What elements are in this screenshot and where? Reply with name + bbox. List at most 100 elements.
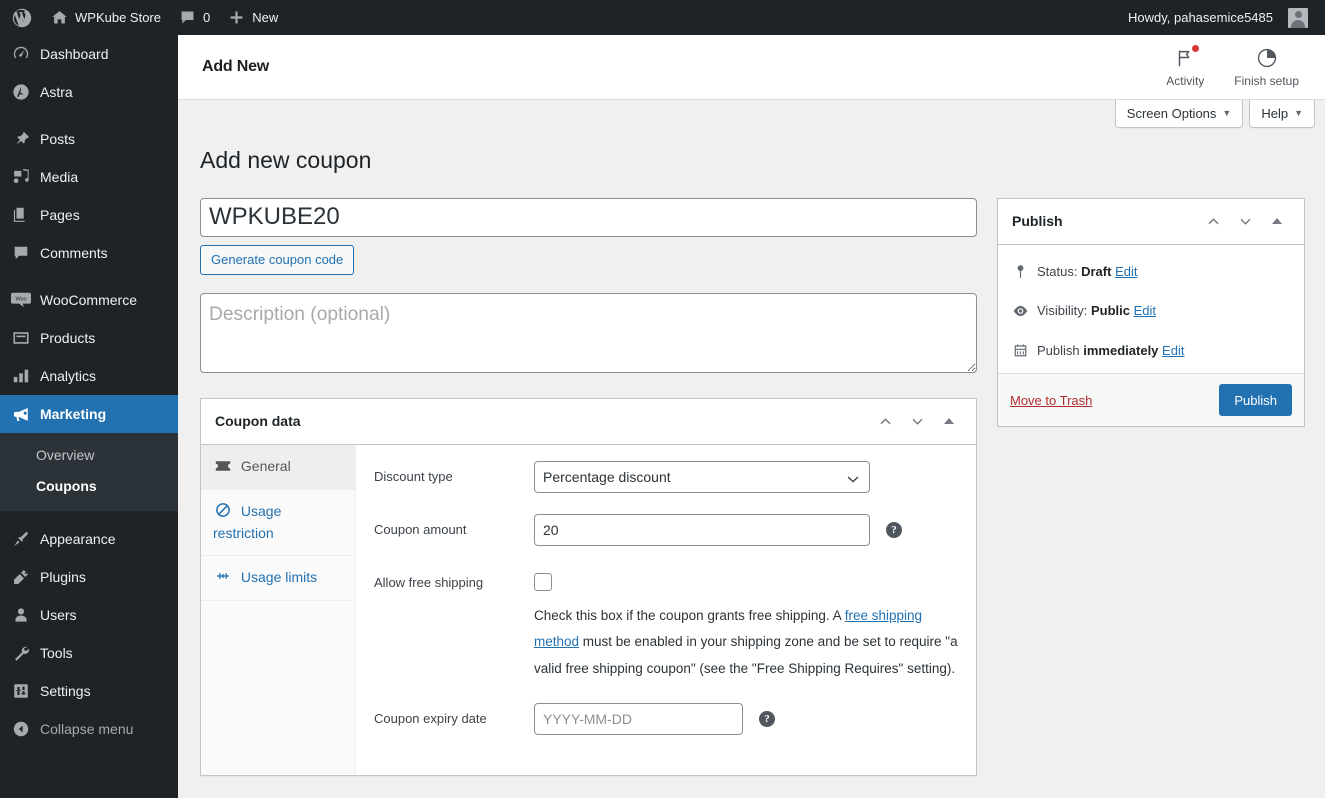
edit-visibility-link[interactable]: Edit [1134,301,1156,321]
activity-panel-button[interactable]: Activity [1156,44,1214,90]
move-down-icon[interactable] [1230,206,1260,236]
sidebar-item-label: Tools [40,644,73,661]
tab-usage-limits-link[interactable]: Usage limits [201,556,355,602]
coupon-expiry-date-input[interactable] [534,702,743,735]
coupon-data-panel-header: Coupon data [201,399,976,445]
toggle-panel-icon[interactable] [1262,206,1292,236]
move-down-icon[interactable] [902,406,932,436]
comments-icon [11,243,31,263]
allow-free-shipping-checkbox[interactable] [534,572,552,591]
move-up-icon[interactable] [1198,206,1228,236]
comments-count: 0 [203,10,211,25]
admin-bar: WPKube Store 0 New Howdy, pahasemice5485 [0,0,1325,35]
toggle-panel-icon[interactable] [934,406,964,436]
sidebar-item-settings[interactable]: Settings [0,672,178,710]
edit-publish-date-link[interactable]: Edit [1162,341,1184,361]
publish-button[interactable]: Publish [1219,384,1292,417]
discount-type-select[interactable]: Percentage discount [534,460,870,493]
tab-usage-restriction-link[interactable]: Usage restriction [201,490,355,556]
coupon-data-panel: Coupon data General Usage restriction Us… [200,397,977,776]
notification-dot [1192,45,1200,52]
help-tip-icon[interactable]: ? [886,521,902,538]
sidebar-item-label: Users [40,606,77,623]
publish-panel: Publish Status: Draft Edit Visibility: P… [997,197,1305,428]
page-wrap: Add new coupon Generate coupon code Coup… [178,137,1325,776]
sidebar-item-media[interactable]: Media [0,158,178,196]
avatar [1288,7,1308,28]
pages-icon [11,205,31,225]
coupon-data-title: Coupon data [215,412,301,429]
sidebar-item-label: Marketing [40,406,107,422]
sidebar-item-label: Dashboard [40,46,109,62]
coupon-amount-input[interactable] [534,513,870,546]
progress-circle-icon [1256,46,1278,70]
sidebar-subitem-overview[interactable]: Overview [0,440,178,471]
astra-icon [11,82,31,102]
coupon-amount-field: Coupon amount ? [368,513,964,546]
move-up-icon[interactable] [870,406,900,436]
comment-bubble-icon [179,9,196,26]
tab-general[interactable]: General [201,444,355,491]
side-column: Publish Status: Draft Edit Visibility: P… [997,197,1305,428]
wordpress-logo-menu[interactable] [0,2,42,34]
sidebar-item-analytics[interactable]: Analytics [0,357,178,395]
media-icon [11,167,31,187]
edit-status-link[interactable]: Edit [1115,262,1137,282]
plugin-icon [11,567,31,587]
coupon-description-textarea[interactable] [200,292,977,373]
user-icon [11,605,31,625]
help-toggle[interactable]: Help ▼ [1249,100,1315,128]
wrench-icon [11,643,31,663]
tab-usage-limits[interactable]: Usage limits [201,556,355,602]
sidebar-item-pages[interactable]: Pages [0,196,178,234]
sidebar-item-appearance[interactable]: Appearance [0,520,178,558]
sidebar-item-label: Products [40,330,96,346]
sidebar-item-products[interactable]: Products [0,319,178,357]
collapse-menu-button[interactable]: Collapse menu [0,710,178,748]
help-tip-icon[interactable]: ? [759,710,775,727]
comments-bubble[interactable]: 0 [170,2,219,34]
menu-separator [0,272,178,281]
visibility-prefix: Visibility: [1037,303,1088,319]
move-to-trash-link[interactable]: Move to Trash [1010,393,1092,408]
plus-icon [228,9,245,26]
tab-general-link[interactable]: General [201,444,355,491]
publishing-actions: Move to Trash Publish [998,373,1304,427]
sidebar-item-tools[interactable]: Tools [0,634,178,672]
help-label: Help [1261,106,1289,121]
sidebar-item-dashboard[interactable]: Dashboard [0,35,178,73]
sidebar-item-astra[interactable]: Astra [0,73,178,111]
tab-usage-restriction[interactable]: Usage restriction [201,490,355,556]
generate-coupon-code-button[interactable]: Generate coupon code [200,244,355,275]
discount-type-label: Discount type [374,468,453,484]
coupon-code-input[interactable] [200,197,977,237]
finish-setup-label: Finish setup [1234,74,1299,88]
publish-prefix: Publish [1037,342,1080,358]
sidebar-item-plugins[interactable]: Plugins [0,558,178,596]
new-content-menu[interactable]: New [219,2,287,34]
collapse-arrow-icon [11,719,31,739]
screen-options-toggle[interactable]: Screen Options ▼ [1114,100,1244,128]
woocommerce-icon: Woo [11,290,31,310]
menu-separator [0,511,178,520]
sidebar-item-woocommerce[interactable]: Woo WooCommerce [0,281,178,319]
activity-label: Activity [1166,74,1205,88]
sidebar-subitem-coupons[interactable]: Coupons [0,471,178,502]
collapse-menu-label: Collapse menu [40,720,134,737]
coupon-amount-label: Coupon amount [374,521,467,537]
limits-icon [213,568,232,589]
sidebar-item-label: Appearance [40,530,116,547]
my-account-menu[interactable]: Howdy, pahasemice5485 [1119,2,1317,34]
sidebar-item-users[interactable]: Users [0,596,178,634]
coupon-expiry-date-field: Coupon expiry date ? [368,702,964,735]
sidebar-item-posts[interactable]: Posts [0,120,178,158]
sidebar-item-label: Analytics [40,368,97,384]
main-content: Add New Activity Finish setup Screen Opt… [178,35,1325,798]
coupon-code-field-wrap: Generate coupon code [200,197,977,275]
wc-header-actions: Activity Finish setup [1156,44,1309,90]
finish-setup-button[interactable]: Finish setup [1224,44,1309,90]
sidebar-item-marketing[interactable]: Marketing [0,395,186,433]
sidebar-item-comments[interactable]: Comments [0,234,178,272]
site-name-menu[interactable]: WPKube Store [42,2,170,34]
sidebar-item-label: Comments [40,245,108,261]
